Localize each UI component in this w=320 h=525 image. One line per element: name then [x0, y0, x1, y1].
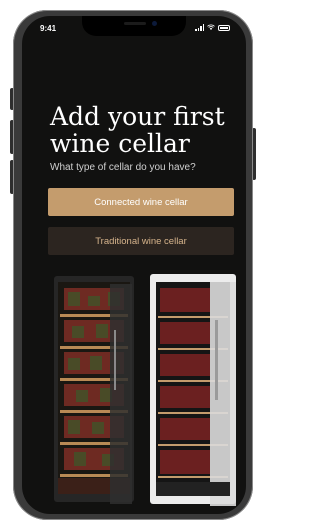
page-title: Add your first wine cellar: [50, 102, 225, 158]
connected-cellar-image: [54, 276, 134, 504]
app-screen: 9:41 Add your first wine cellar What typ…: [22, 16, 246, 514]
front-camera: [152, 21, 157, 26]
connected-cellar-button[interactable]: Connected wine cellar: [48, 188, 234, 216]
wifi-icon: [207, 24, 215, 30]
battery-icon: [218, 25, 230, 31]
wine-cellars-illustration: [54, 274, 236, 506]
status-icons: [195, 24, 230, 31]
traditional-cellar-button[interactable]: Traditional wine cellar: [48, 227, 234, 255]
signal-icon: [195, 24, 204, 31]
speaker-grill: [124, 22, 146, 25]
notch: [82, 16, 186, 36]
traditional-cellar-image: [150, 274, 236, 506]
page-subtitle: What type of cellar do you have?: [50, 162, 196, 173]
status-time: 9:41: [40, 24, 57, 33]
